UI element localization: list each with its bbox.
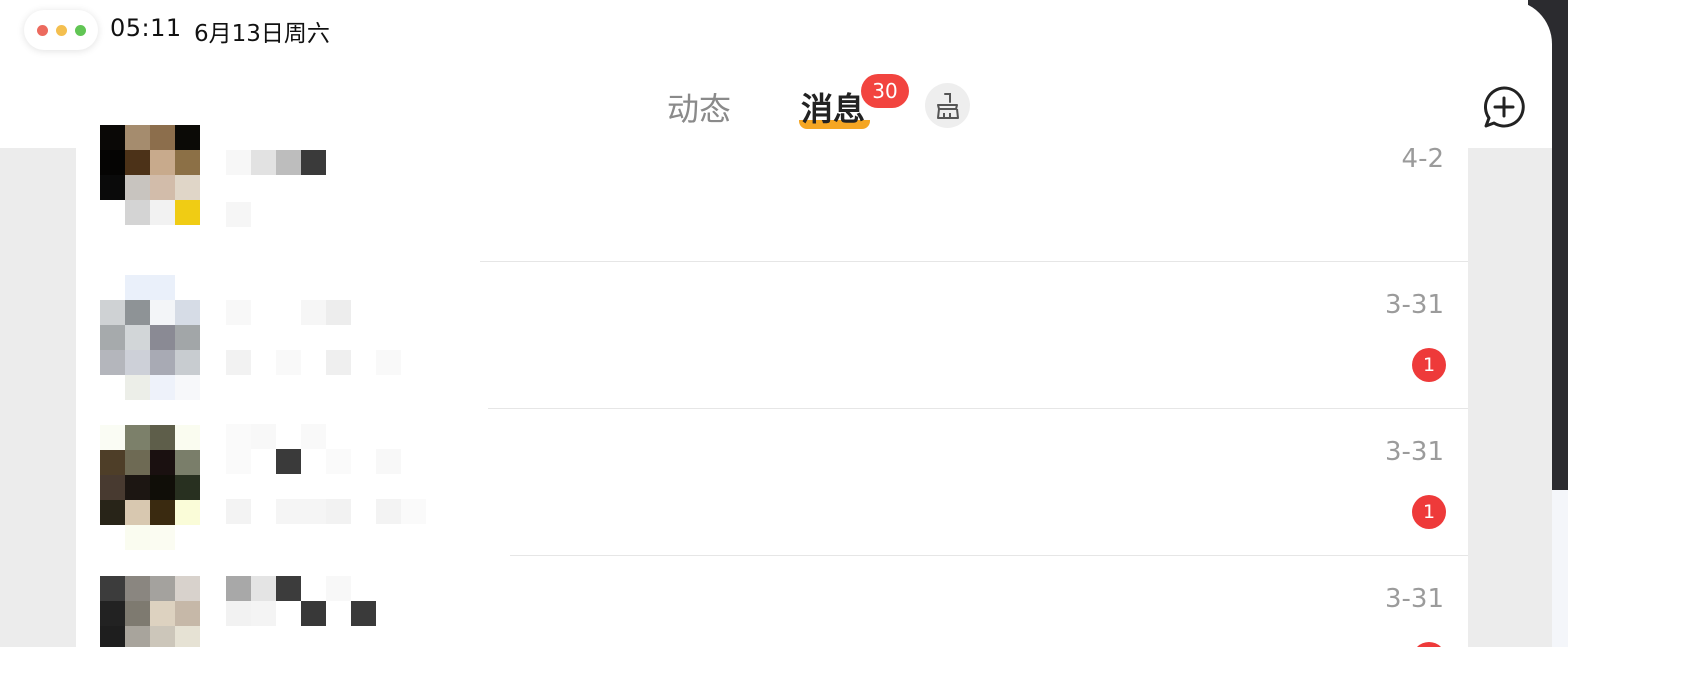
tab-messages[interactable]: 消息 — [801, 84, 865, 130]
avatar[interactable] — [100, 275, 202, 400]
close-dot-icon[interactable] — [37, 25, 48, 36]
list-item[interactable]: 4-2 — [76, 125, 1468, 261]
app-window: 05:11 6月13日周六 动态 消息 30 4-2 3-31 1 3-31 1… — [0, 0, 1552, 647]
clear-unread-button[interactable] — [925, 83, 970, 128]
avatar[interactable] — [100, 125, 202, 227]
zoom-dot-icon[interactable] — [75, 25, 86, 36]
chat-plus-icon — [1484, 86, 1525, 128]
left-gutter — [0, 148, 76, 647]
list-item[interactable]: 3-31 — [76, 556, 1468, 647]
list-item[interactable]: 3-31 1 — [76, 409, 1468, 555]
unread-count-badge: 1 — [1412, 495, 1446, 529]
avatar[interactable] — [100, 425, 202, 550]
unread-count-badge — [1412, 642, 1446, 647]
conversation-date: 3-31 — [1384, 437, 1444, 467]
unread-count-badge: 1 — [1412, 348, 1446, 382]
messages-count-badge: 30 — [861, 74, 909, 108]
tab-dynamic[interactable]: 动态 — [667, 84, 731, 130]
status-date: 6月13日周六 — [194, 21, 330, 47]
conversation-date: 3-31 — [1384, 584, 1444, 614]
broom-icon — [937, 93, 959, 119]
status-time: 05:11 — [110, 14, 182, 42]
minimize-dot-icon[interactable] — [56, 25, 67, 36]
list-item[interactable]: 3-31 1 — [76, 262, 1468, 408]
conversation-date: 4-2 — [1401, 144, 1444, 174]
conversation-list[interactable]: 4-2 3-31 1 3-31 1 3-31 — [76, 125, 1468, 647]
right-gutter — [1468, 148, 1552, 647]
conversation-date: 3-31 — [1384, 290, 1444, 320]
window-controls[interactable] — [24, 10, 98, 50]
avatar[interactable] — [100, 576, 202, 647]
new-message-button[interactable] — [1481, 84, 1527, 130]
